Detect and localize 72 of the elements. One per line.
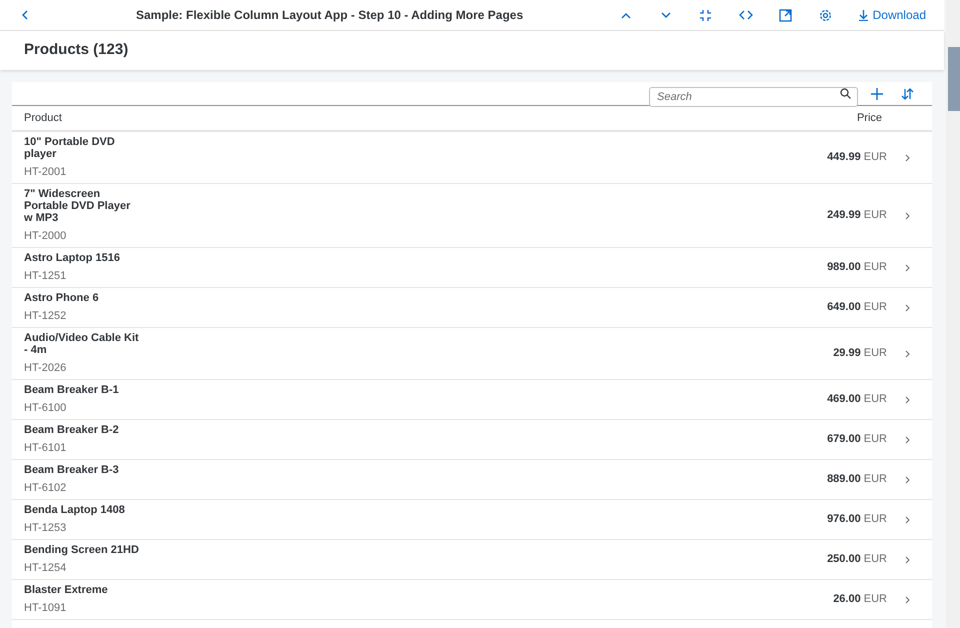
table-row[interactable]: Bending Screen 21HD HT-1254 250.00 EUR — [12, 540, 932, 580]
product-name: Blaster Extreme — [24, 584, 109, 596]
price: 469.00 EUR — [827, 392, 887, 408]
price: 29.99 EUR — [833, 346, 887, 362]
table-row[interactable]: Beam Breaker B-3 HT-6102 889.00 EUR — [12, 460, 932, 500]
code-icon — [738, 10, 753, 20]
chevron-left-icon — [21, 10, 29, 20]
product-id: HT-2001 — [24, 166, 68, 179]
product-id: HT-2000 — [24, 230, 68, 243]
chevron-icon — [905, 396, 910, 404]
table-row[interactable]: 10" Portable DVD player HT-2001 449.99 EUR — [12, 132, 932, 184]
plus-icon — [871, 88, 883, 100]
table-row[interactable]: Beam Breaker B-2 HT-6101 679.00 EUR — [12, 420, 932, 460]
price: 250.00 EUR — [827, 552, 887, 568]
search-icon — [840, 88, 851, 98]
product-id: HT-1254 — [24, 562, 68, 575]
sort-icon — [900, 88, 914, 100]
price: 989.00 EUR — [827, 260, 887, 276]
chevron-icon — [905, 264, 910, 272]
product-name: 10" Portable DVD player — [24, 136, 116, 160]
product-id: HT-6100 — [24, 402, 68, 415]
price: 649.00 EUR — [827, 300, 887, 316]
product-name: Bending Screen 21HD — [24, 544, 140, 556]
chevron-icon — [905, 556, 910, 564]
chevron-icon — [905, 476, 910, 484]
price: 889.00 EUR — [827, 472, 887, 488]
settings-icon — [819, 8, 832, 22]
product-id: HT-1252 — [24, 310, 68, 323]
product-id: HT-6101 — [24, 442, 68, 455]
product-name: Audio/Video Cable Kit - 4m — [24, 332, 140, 356]
product-name: 7" Widescreen Portable DVD Player w MP3 — [24, 188, 132, 224]
chevron-icon — [905, 212, 910, 220]
table-row[interactable]: 7" Widescreen Portable DVD Player w MP3 HT-2000 249.99 EUR — [12, 184, 932, 248]
product-id: HT-6102 — [24, 482, 68, 495]
product-name: Beam Breaker B-1 — [24, 384, 120, 396]
chevron-icon — [905, 154, 910, 162]
window-title: Sample: Flexible Column Layout App - Step 10 - Adding More Pages — [136, 7, 524, 24]
product-id: HT-1253 — [24, 522, 68, 535]
table-row[interactable]: Audio/Video Cable Kit - 4m HT-2026 29.99 EUR — [12, 328, 932, 380]
table-row[interactable]: Benda Laptop 1408 HT-1253 976.00 EUR — [12, 500, 932, 540]
chevron-icon — [905, 304, 910, 312]
exit-full-screen-icon — [699, 8, 712, 22]
product-id: HT-1091 — [24, 602, 68, 615]
chevron-up-icon — [620, 12, 631, 18]
download-button[interactable]: Download — [858, 3, 926, 27]
price: 249.99 EUR — [827, 208, 887, 224]
chevron-icon — [905, 596, 910, 604]
product-id: HT-2026 — [24, 362, 68, 375]
chevron-icon — [905, 436, 910, 444]
table-row[interactable]: Astro Laptop 1516 HT-1251 989.00 EUR — [12, 248, 932, 288]
chevron-icon — [905, 516, 910, 524]
product-id: HT-1251 — [24, 270, 68, 283]
column-header: Product — [24, 110, 62, 126]
product-name: Astro Phone 6 — [24, 292, 100, 304]
product-name: Beam Breaker B-3 — [24, 464, 120, 476]
product-name: Astro Laptop 1516 — [24, 252, 121, 264]
download-icon — [858, 9, 869, 21]
product-name: Benda Laptop 1408 — [24, 504, 126, 516]
table-row[interactable]: Beam Breaker B-1 HT-6100 469.00 EUR — [12, 380, 932, 420]
page-title: Products (123) — [24, 40, 128, 60]
external-link-icon — [779, 8, 792, 22]
table-row[interactable]: Blaster Extreme HT-1091 26.00 EUR — [12, 580, 932, 620]
price: 26.00 EUR — [833, 592, 887, 608]
price: 449.99 EUR — [827, 150, 887, 166]
product-name: Beam Breaker B-2 — [24, 424, 120, 436]
search-field[interactable]: Search — [649, 86, 858, 106]
column-header: Price — [856, 110, 882, 126]
chevron-icon — [905, 350, 910, 358]
price: 679.00 EUR — [827, 432, 887, 448]
chevron-down-icon — [660, 12, 671, 18]
table-row[interactable]: Astro Phone 6 HT-1252 649.00 EUR — [12, 288, 932, 328]
price: 976.00 EUR — [827, 512, 887, 528]
